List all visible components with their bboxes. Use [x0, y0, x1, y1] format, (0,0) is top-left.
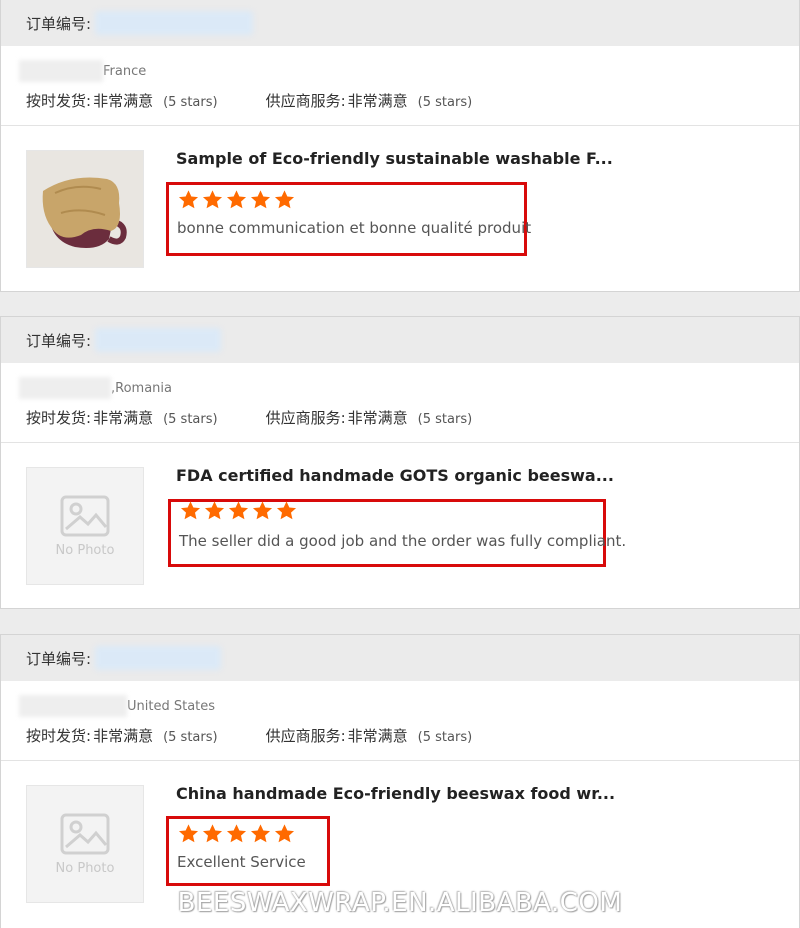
image-placeholder-icon [60, 495, 110, 536]
image-placeholder-icon [60, 813, 110, 854]
star-icon [226, 190, 247, 209]
buyer-country: France [103, 63, 147, 79]
review-comment: bonne communication et bonne qualité pro… [177, 219, 532, 237]
no-photo-label: No Photo [55, 860, 115, 876]
supplier-service-rating: 供应商服务: 非常满意 (5 stars) [266, 725, 473, 746]
order-number-redacted [95, 11, 254, 35]
product-thumbnail[interactable] [26, 150, 144, 268]
order-header: 订单编号: [1, 0, 799, 46]
star-icon [204, 501, 225, 520]
review-highlight-box: bonne communication et bonne qualité pro… [166, 182, 531, 256]
supplier-service-stars: (5 stars) [417, 730, 473, 745]
star-icon [178, 190, 199, 209]
buyer-info: ,Romania 按时发货: 非常满意 (5 stars) 供应商服务: 非常满… [1, 363, 799, 443]
buyer-location: France [19, 60, 799, 82]
order-number-redacted [95, 646, 222, 670]
star-icon [250, 190, 271, 209]
supplier-service-value: 非常满意 [347, 727, 408, 745]
product-thumbnail[interactable]: No Photo [26, 467, 144, 585]
on-time-rating: 按时发货: 非常满意 (5 stars) [26, 407, 218, 428]
supplier-service-label: 供应商服务: [265, 727, 346, 745]
watermark: BEESWAXWRAP.EN.ALIBABA.COM [177, 888, 623, 918]
order-number-label: 订单编号: [26, 649, 92, 668]
supplier-service-stars: (5 stars) [417, 95, 473, 110]
buyer-info: United States 按时发货: 非常满意 (5 stars) 供应商服务… [1, 681, 799, 761]
supplier-service-label: 供应商服务: [265, 92, 346, 110]
supplier-service-rating: 供应商服务: 非常满意 (5 stars) [266, 407, 473, 428]
on-time-value: 非常满意 [93, 727, 154, 745]
buyer-country: ,Romania [111, 380, 172, 396]
product-thumbnail[interactable]: No Photo [26, 785, 144, 903]
buyer-ratings: 按时发货: 非常满意 (5 stars) 供应商服务: 非常满意 (5 star… [19, 725, 799, 746]
product-review: No Photo FDA certified handmade GOTS org… [1, 443, 799, 608]
buyer-info: France 按时发货: 非常满意 (5 stars) 供应商服务: 非常满意 … [1, 46, 799, 126]
supplier-service-value: 非常满意 [347, 409, 408, 427]
buyer-location: United States [19, 695, 799, 717]
supplier-service-stars: (5 stars) [417, 412, 473, 427]
on-time-stars: (5 stars) [163, 412, 218, 427]
star-icon [274, 190, 295, 209]
on-time-value: 非常满意 [93, 92, 154, 110]
order-number-label: 订单编号: [26, 14, 92, 33]
order-number-label: 订单编号: [26, 331, 92, 350]
star-icon [226, 824, 247, 843]
no-photo-label: No Photo [55, 542, 115, 558]
product-title[interactable]: China handmade Eco-friendly beeswax food… [176, 784, 615, 803]
buyer-ratings: 按时发货: 非常满意 (5 stars) 供应商服务: 非常满意 (5 star… [19, 90, 799, 111]
order-header: 订单编号: [1, 635, 799, 681]
buyer-ratings: 按时发货: 非常满意 (5 stars) 供应商服务: 非常满意 (5 star… [19, 407, 799, 428]
on-time-rating: 按时发货: 非常满意 (5 stars) [26, 90, 218, 111]
on-time-label: 按时发货: [26, 92, 92, 110]
review-comment: Excellent Service [177, 853, 306, 871]
supplier-service-rating: 供应商服务: 非常满意 (5 stars) [266, 90, 473, 111]
review-highlight-box: The seller did a good job and the order … [168, 499, 626, 567]
star-icon [276, 501, 297, 520]
star-rating [179, 500, 299, 522]
on-time-stars: (5 stars) [163, 730, 218, 745]
product-photo-image [42, 177, 127, 248]
order-number-redacted [95, 328, 222, 352]
star-icon [178, 824, 199, 843]
star-icon [228, 501, 249, 520]
star-icon [252, 501, 273, 520]
star-icon [274, 824, 295, 843]
on-time-stars: (5 stars) [163, 95, 218, 110]
on-time-value: 非常满意 [93, 409, 154, 427]
star-icon [202, 190, 223, 209]
buyer-name-redacted [19, 377, 111, 399]
star-icon [250, 824, 271, 843]
buyer-name-redacted [19, 695, 127, 717]
review-highlight-box: Excellent Service [166, 816, 330, 886]
supplier-service-label: 供应商服务: [265, 409, 346, 427]
supplier-service-value: 非常满意 [347, 92, 408, 110]
product-title[interactable]: FDA certified handmade GOTS organic bees… [176, 466, 614, 485]
buyer-country: United States [127, 698, 216, 714]
order-card: 订单编号: ,Romania 按时发货: 非常满意 (5 stars) 供应商服… [0, 316, 800, 609]
on-time-label: 按时发货: [26, 409, 92, 427]
star-rating [177, 189, 297, 211]
star-icon [202, 824, 223, 843]
order-header: 订单编号: [1, 317, 799, 363]
review-comment: The seller did a good job and the order … [179, 532, 627, 550]
product-review: Sample of Eco-friendly sustainable washa… [1, 126, 799, 291]
on-time-label: 按时发货: [26, 727, 92, 745]
star-rating [177, 823, 297, 845]
order-card: 订单编号: United States 按时发货: 非常满意 (5 stars)… [0, 634, 800, 928]
order-card: 订单编号: France 按时发货: 非常满意 (5 stars) 供应商服务:… [0, 0, 800, 292]
on-time-rating: 按时发货: 非常满意 (5 stars) [26, 725, 218, 746]
buyer-name-redacted [19, 60, 103, 82]
product-title[interactable]: Sample of Eco-friendly sustainable washa… [176, 149, 613, 168]
buyer-location: ,Romania [19, 377, 799, 399]
star-icon [180, 501, 201, 520]
